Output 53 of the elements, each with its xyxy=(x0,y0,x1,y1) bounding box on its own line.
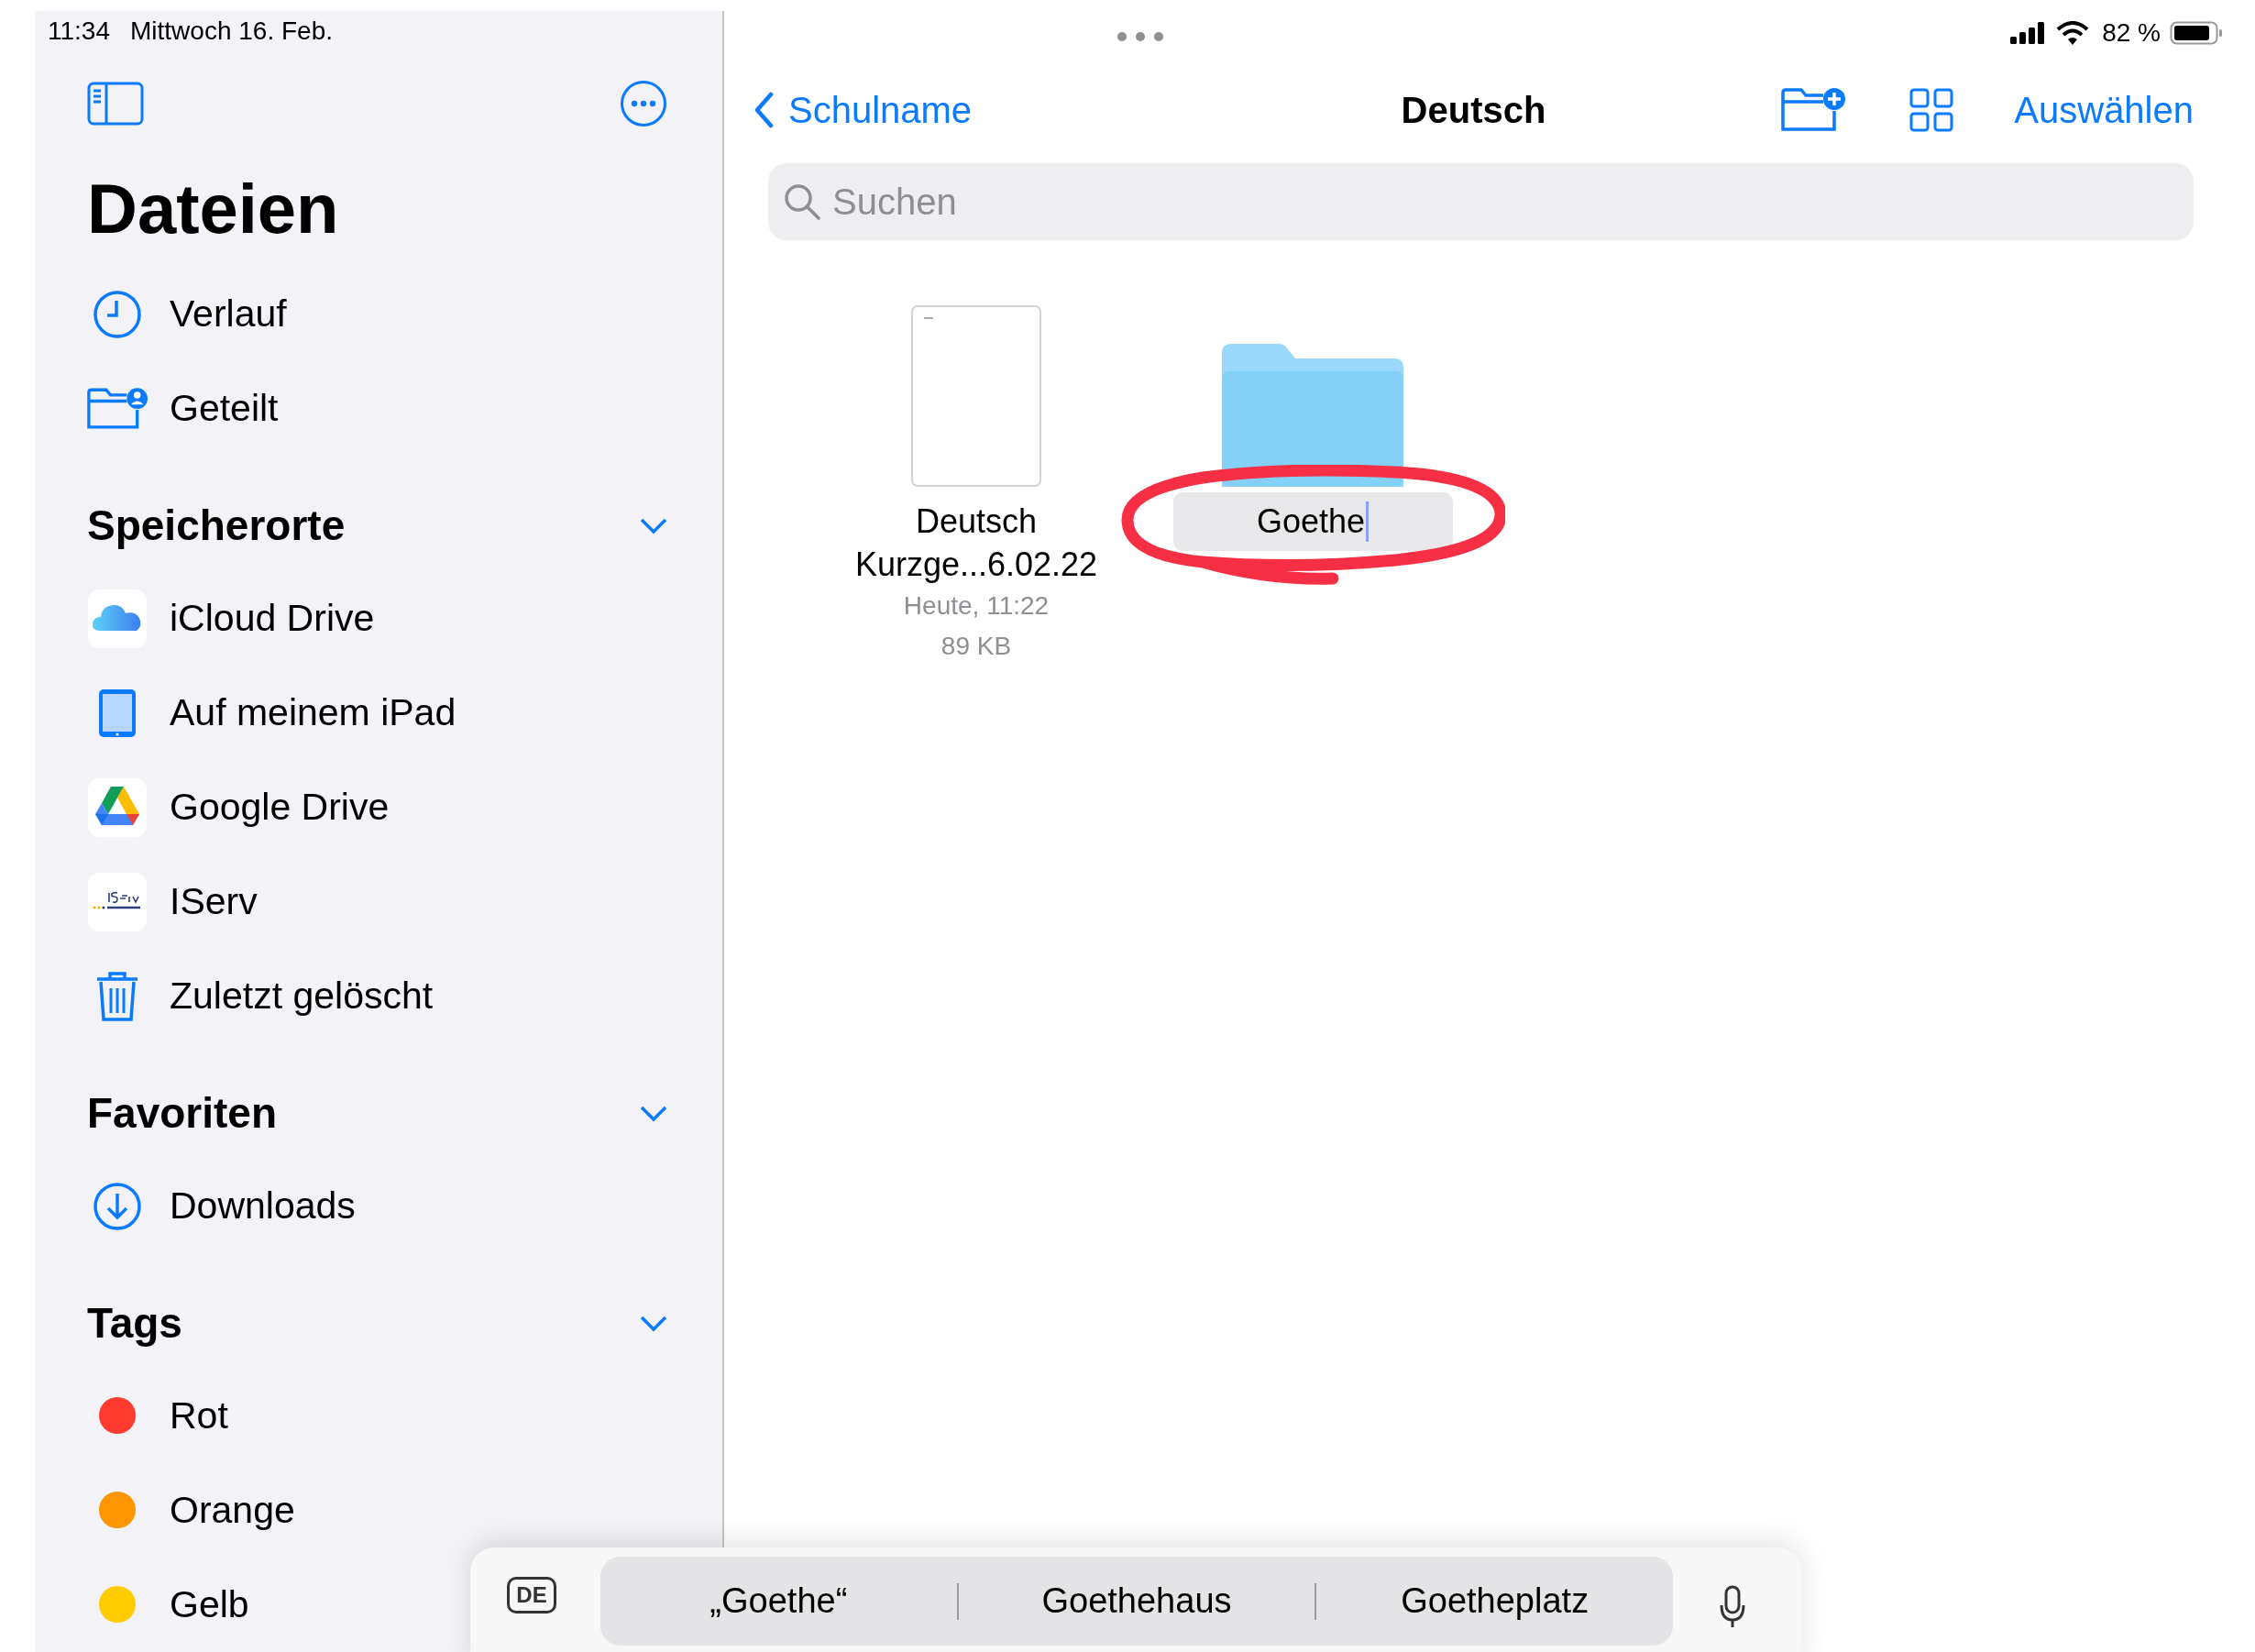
chevron-down-icon[interactable] xyxy=(640,1105,667,1122)
sidebar-item[interactable]: iCloud Drive xyxy=(87,571,375,666)
sidebar-toggle-icon[interactable] xyxy=(87,82,144,127)
grid-view-icon[interactable] xyxy=(1909,88,1954,132)
microphone-icon[interactable] xyxy=(1719,1585,1746,1629)
sidebar-title: Dateien xyxy=(87,171,340,248)
sidebar-item[interactable]: Auf meinem iPad xyxy=(87,666,456,761)
section-header: Favoriten xyxy=(87,1088,278,1140)
document-thumbnail[interactable] xyxy=(911,305,1041,487)
sidebar-item[interactable]: Orange xyxy=(87,1462,295,1558)
file-size: 89 KB xyxy=(940,631,1012,662)
sidebar-item[interactable]: Downloads xyxy=(87,1159,356,1254)
chevron-down-icon[interactable] xyxy=(640,1315,667,1332)
section-header: Tags xyxy=(87,1298,182,1349)
chevron-left-icon xyxy=(754,92,774,128)
clock-icon xyxy=(93,289,142,339)
download-icon xyxy=(93,1181,142,1231)
sidebar-item[interactable]: IServ xyxy=(87,854,258,950)
sidebar-item[interactable]: Google Drive xyxy=(87,760,390,855)
folder-title: Deutsch xyxy=(1401,89,1546,132)
sidebar-item[interactable]: Zuletzt gelöscht xyxy=(87,949,434,1044)
trash-icon xyxy=(94,969,140,1023)
sidebar-item[interactable]: Geteilt xyxy=(87,361,279,457)
battery-percentage: 82 % xyxy=(2102,17,2161,49)
triangle-logo-icon xyxy=(87,776,148,838)
file-date: Heute, 11:22 xyxy=(903,590,1050,622)
battery-icon xyxy=(2170,21,2223,45)
search-field[interactable]: Suchen xyxy=(768,163,2194,240)
file-name[interactable]: Deutsch Kurzge...6.02.22 xyxy=(830,500,1123,586)
text-cursor xyxy=(1366,501,1370,542)
wifi-icon xyxy=(2056,21,2090,45)
window-grabber-icon[interactable] xyxy=(1116,31,1164,42)
status-time: 11:34 xyxy=(48,15,110,47)
rename-field[interactable]: Goethe xyxy=(1172,492,1453,551)
status-date: Mittwoch 16. Feb. xyxy=(130,15,333,47)
cloud-icon xyxy=(87,588,148,649)
dotted-logo-icon xyxy=(87,871,148,932)
sidebar-item[interactable]: Rot xyxy=(87,1368,228,1463)
suggestion[interactable]: Goethehaus xyxy=(958,1557,1315,1646)
tablet-icon xyxy=(97,687,138,739)
section-header: Speicherorte xyxy=(87,501,346,552)
more-options-icon[interactable] xyxy=(620,80,667,128)
folder-icon[interactable] xyxy=(1222,344,1403,487)
new-folder-icon[interactable] xyxy=(1781,87,1846,133)
sidebar-item[interactable]: Verlauf xyxy=(87,267,287,362)
back-button[interactable]: Schulname xyxy=(754,83,973,138)
suggestion[interactable]: Goetheplatz xyxy=(1316,1557,1673,1646)
search-icon xyxy=(783,182,821,221)
chevron-down-icon[interactable] xyxy=(640,517,667,534)
keyboard-language-button[interactable]: DE xyxy=(507,1577,556,1613)
select-button[interactable]: Auswählen xyxy=(2014,83,2194,138)
sidebar-item[interactable]: Gelb xyxy=(87,1557,249,1652)
suggestion[interactable]: „Goethe“ xyxy=(600,1557,957,1646)
